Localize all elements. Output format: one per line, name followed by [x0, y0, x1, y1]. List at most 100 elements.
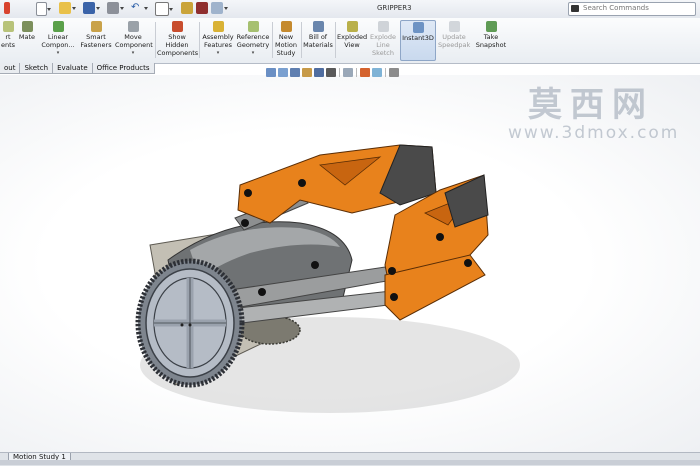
command-manager-tabs: out Sketch Evaluate Office Products [0, 63, 155, 74]
chevron-down-icon[interactable]: ▾ [40, 49, 76, 57]
assembly-features-button[interactable]: Assembly Features ▾ [202, 20, 234, 57]
separator [339, 68, 340, 77]
watermark-url: www.3dmox.com [508, 123, 680, 143]
graphics-area[interactable]: 莫西网 www.3dmox.com [0, 75, 700, 452]
select-icon[interactable] [155, 2, 173, 16]
reference-geometry-icon [247, 21, 259, 32]
rebuild-icon[interactable] [181, 2, 193, 14]
view-orientation-icon[interactable] [314, 68, 324, 77]
separator [335, 22, 336, 58]
move-component-icon [127, 21, 139, 32]
display-style-icon[interactable] [326, 68, 336, 77]
new-motion-study-button[interactable]: New Motion Study [273, 20, 299, 57]
instant3d-button[interactable]: Instant3D [400, 20, 436, 61]
mate-label: Mate [18, 33, 36, 41]
linear-pattern-label: Linear Compon... [41, 33, 75, 49]
watermark-chinese: 莫西网 [528, 85, 654, 125]
smart-fasteners-icon [90, 21, 102, 32]
bill-of-materials-icon [312, 21, 324, 32]
insert-components-icon [2, 21, 14, 32]
insert-components-label: rt ents [0, 33, 16, 49]
show-hidden-label: Show Hidden Components [157, 33, 199, 57]
explode-line-sketch-icon [377, 21, 389, 32]
pin [311, 261, 319, 269]
bill-of-materials-button[interactable]: Bill of Materials [302, 20, 334, 49]
insert-components-button[interactable]: rt ents [0, 20, 16, 49]
pin [388, 267, 396, 275]
pin [244, 189, 252, 197]
undo-icon[interactable]: ↶ [131, 2, 148, 14]
instant3d-label: Instant3D [402, 34, 434, 42]
explode-line-sketch-label: Explode Line Sketch [370, 33, 396, 57]
move-component-button[interactable]: Move Component ▾ [115, 20, 153, 57]
separator [385, 68, 386, 77]
zoom-to-fit-icon[interactable] [266, 68, 276, 77]
tab-layout[interactable]: out [0, 63, 21, 74]
exploded-view-button[interactable]: Exploded View [337, 20, 367, 49]
pin [464, 259, 472, 267]
apply-scene-icon[interactable] [372, 68, 382, 77]
pin [241, 219, 249, 227]
exploded-view-icon [346, 21, 358, 32]
search-input[interactable] [569, 3, 683, 13]
tab-office-products[interactable]: Office Products [91, 63, 155, 74]
separator [356, 68, 357, 77]
chevron-down-icon[interactable]: ▾ [236, 49, 270, 57]
command-manager: rt ents Mate Linear Compon... ▾ Smart Fa… [0, 18, 700, 64]
new-document-icon[interactable] [36, 2, 51, 16]
take-snapshot-button[interactable]: Take Snapshot [474, 20, 508, 49]
show-hidden-components-button[interactable]: Show Hidden Components [157, 20, 199, 57]
explode-line-sketch-button[interactable]: Explode Line Sketch [369, 20, 397, 57]
pin [298, 179, 306, 187]
heads-up-view-toolbar [266, 67, 399, 78]
open-icon[interactable] [59, 2, 76, 14]
show-hidden-components-icon [171, 21, 183, 32]
title-bar: ↶ GRIPPER3 [0, 0, 700, 19]
reference-geometry-button[interactable]: Reference Geometry ▾ [236, 20, 270, 57]
zoom-to-area-icon[interactable] [278, 68, 288, 77]
update-speedpak-button[interactable]: Update Speedpak [438, 20, 470, 49]
save-icon[interactable] [83, 2, 100, 14]
edit-appearance-icon[interactable] [360, 68, 370, 77]
move-component-label: Move Component [115, 33, 153, 49]
reference-geometry-label: Reference Geometry [236, 33, 270, 49]
app-logo-icon[interactable] [4, 2, 10, 14]
chevron-down-icon[interactable]: ▾ [202, 49, 234, 57]
assembly-features-icon [212, 21, 224, 32]
hide-show-items-icon[interactable] [343, 68, 353, 77]
separator [199, 22, 200, 58]
linear-pattern-icon [52, 21, 64, 32]
gear-hub-hole [180, 323, 184, 327]
linear-component-pattern-button[interactable]: Linear Compon... ▾ [40, 20, 76, 57]
update-speedpak-label: Update Speedpak [438, 33, 471, 49]
pin [436, 233, 444, 241]
update-speedpak-icon [448, 21, 460, 32]
smart-fasteners-button[interactable]: Smart Fasteners [80, 20, 112, 49]
document-title: GRIPPER3 [377, 4, 412, 12]
tab-sketch[interactable]: Sketch [19, 63, 54, 74]
status-bar [0, 460, 700, 465]
pin [390, 293, 398, 301]
motion-study-icon [280, 21, 292, 32]
tab-evaluate[interactable]: Evaluate [52, 63, 93, 74]
gear-hub-hole [188, 323, 192, 327]
previous-view-icon[interactable] [290, 68, 300, 77]
smart-fasteners-label: Smart Fasteners [80, 33, 112, 49]
search-icon [571, 5, 579, 12]
separator [155, 22, 156, 58]
chevron-down-icon[interactable]: ▾ [115, 49, 151, 57]
take-snapshot-label: Take Snapshot [475, 33, 507, 49]
view-settings-icon[interactable] [389, 68, 399, 77]
file-properties-icon[interactable] [211, 2, 228, 14]
options-icon[interactable] [196, 2, 208, 14]
section-view-icon[interactable] [302, 68, 312, 77]
mate-icon [21, 21, 33, 32]
exploded-view-label: Exploded View [337, 33, 368, 49]
pin [258, 288, 266, 296]
print-icon[interactable] [107, 2, 124, 14]
new-motion-study-label: New Motion Study [274, 33, 298, 57]
search-commands-box[interactable] [568, 2, 696, 16]
assembly-features-label: Assembly Features [202, 33, 234, 49]
mate-button[interactable]: Mate [18, 20, 36, 41]
quick-access-toolbar: ↶ [4, 2, 228, 16]
